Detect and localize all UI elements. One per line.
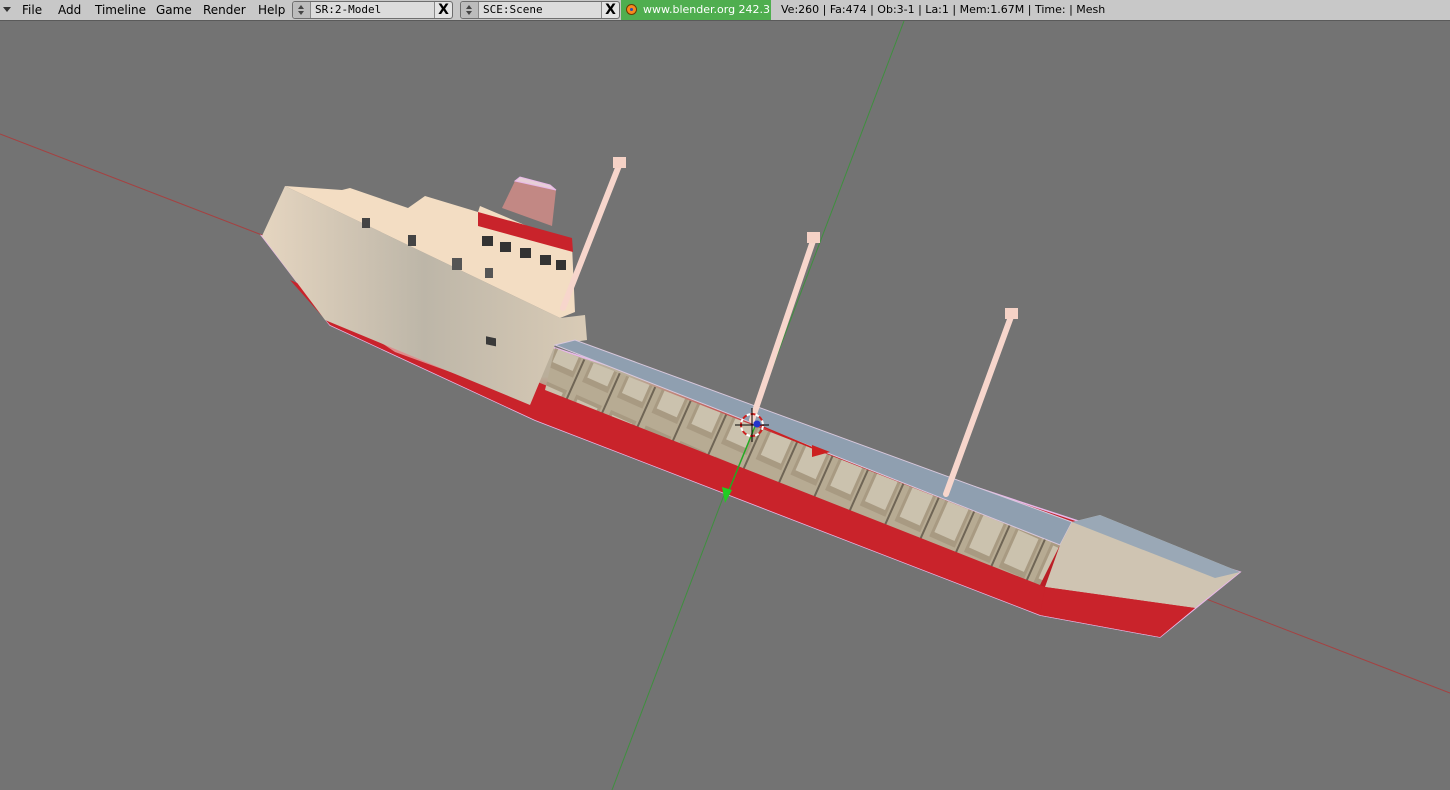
3d-viewport[interactable]	[0, 21, 1450, 790]
cabin-window	[485, 268, 493, 278]
scene-selector: SCE:Scene X	[460, 1, 620, 19]
menu-timeline[interactable]: Timeline	[95, 0, 146, 20]
scene-stats: Ve:260 | Fa:474 | Ob:3-1 | La:1 | Mem:1.…	[781, 3, 1106, 16]
version-link[interactable]: www.blender.org 242.3	[621, 0, 771, 20]
ship-model[interactable]	[259, 157, 1242, 638]
menu-render[interactable]: Render	[203, 0, 246, 20]
scene-browse-arrows-icon[interactable]	[461, 2, 479, 18]
menu-file[interactable]: File	[22, 0, 42, 20]
cabin-window	[520, 248, 531, 258]
mast-top	[613, 157, 626, 168]
cabin-window	[556, 260, 566, 270]
scene-delete-button[interactable]: X	[601, 2, 619, 18]
cabin-window	[452, 258, 462, 270]
mast-top	[807, 232, 820, 243]
blender-logo-icon	[626, 4, 637, 15]
version-text: www.blender.org 242.3	[643, 3, 771, 16]
menu-game[interactable]: Game	[156, 0, 192, 20]
cabin-window	[362, 218, 370, 228]
screen-selector: SR:2-Model X	[292, 1, 453, 19]
mast-top	[1005, 308, 1018, 319]
viewport-canvas	[0, 21, 1450, 790]
cabin-window	[408, 235, 416, 246]
cabin-window	[500, 242, 511, 252]
cabin-window	[482, 236, 493, 246]
screen-name-field[interactable]: SR:2-Model	[311, 2, 434, 18]
menu-add[interactable]: Add	[58, 0, 81, 20]
menu-help[interactable]: Help	[258, 0, 285, 20]
screen-browse-arrows-icon[interactable]	[293, 2, 311, 18]
scene-name-field[interactable]: SCE:Scene	[479, 2, 601, 18]
cabin-window	[540, 255, 551, 265]
header-collapse-icon[interactable]	[2, 0, 12, 20]
screen-delete-button[interactable]: X	[434, 2, 452, 18]
cargo-hold	[545, 348, 1060, 585]
info-header: File Add Timeline Game Render Help SR:2-…	[0, 0, 1450, 21]
